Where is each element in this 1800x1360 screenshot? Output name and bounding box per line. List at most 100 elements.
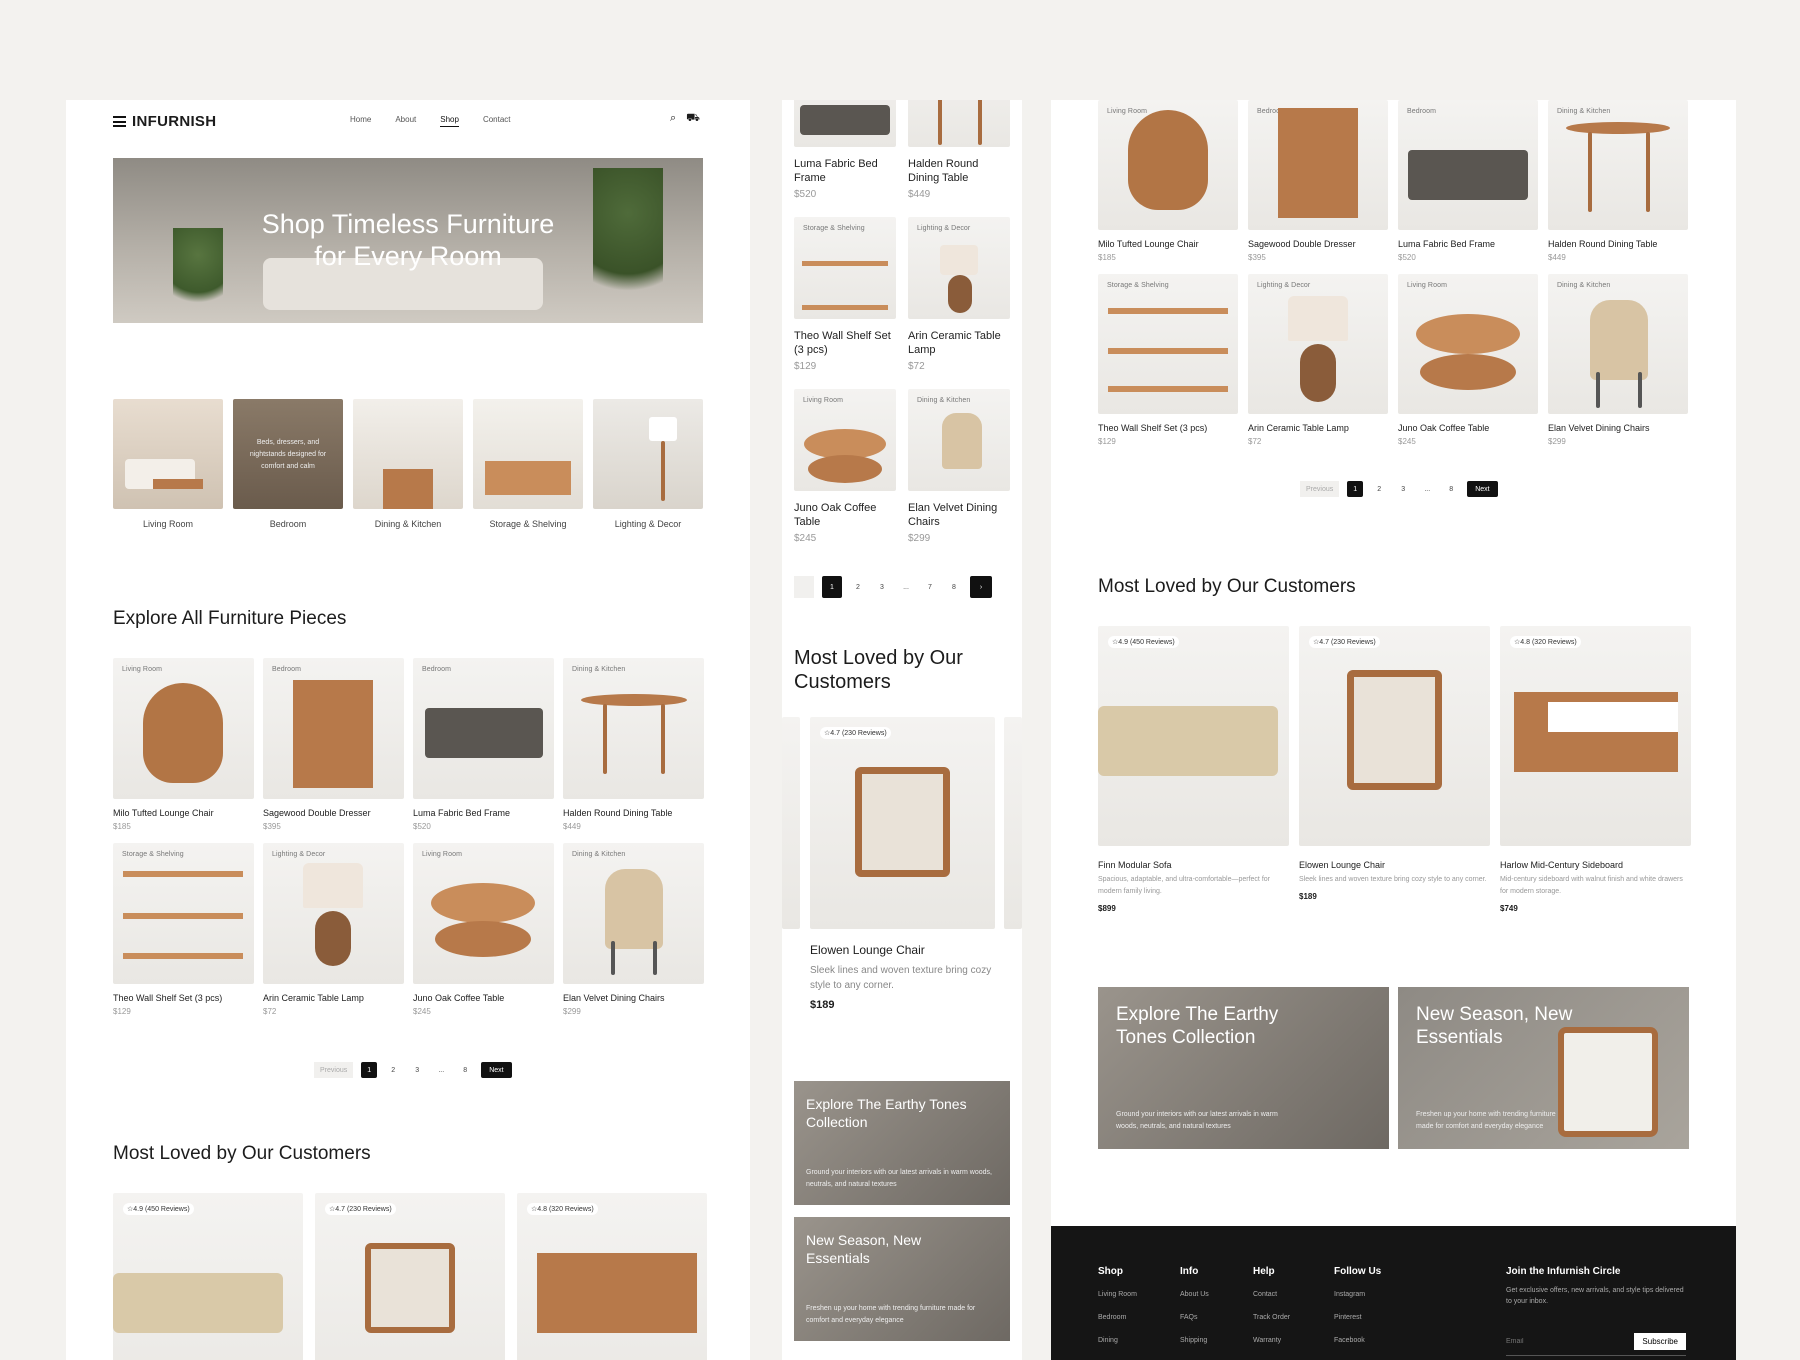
brand-logo[interactable]: INFURNISH <box>113 113 216 130</box>
footer-link[interactable]: Contact <box>1253 1291 1290 1298</box>
banner-earthy-tones[interactable]: Explore The Earthy Tones Collection Grou… <box>1098 987 1389 1149</box>
footer-link[interactable]: About Us <box>1180 1291 1209 1298</box>
banner-new-season[interactable]: New Season, New Essentials Freshen up yo… <box>1398 987 1689 1149</box>
product-card[interactable]: Storage & Shelving Theo Wall Shelf Set (3… <box>1098 274 1238 446</box>
footer-link[interactable]: Facebook <box>1334 1337 1381 1344</box>
carousel-prev-peek <box>782 717 800 929</box>
page-8[interactable]: 8 <box>946 579 962 595</box>
loved-card[interactable]: ☆4.7 (230 Reviews) Elowen Lounge Chair S… <box>810 717 995 1011</box>
product-card[interactable]: Halden Round Dining Table $449 <box>908 100 1010 200</box>
product-card[interactable]: Living Room Juno Oak Coffee Table $245 <box>1398 274 1538 446</box>
nav-shop[interactable]: Shop <box>440 115 459 127</box>
brand-name: INFURNISH <box>132 113 217 130</box>
product-grid: Living Room Milo Tufted Lounge Chair $185 … <box>113 658 704 1016</box>
loved-row: ☆4.9 (450 Reviews) Finn Modular Sofa Spaci… <box>1098 626 1691 913</box>
footer-link[interactable]: Instagram <box>1334 1291 1381 1298</box>
product-card[interactable]: Lighting & Decor Arin Ceramic Table Lamp $… <box>1248 274 1388 446</box>
footer-link[interactable]: Dining <box>1098 1337 1137 1344</box>
page-8[interactable]: 8 <box>1443 481 1459 497</box>
nav-about[interactable]: About <box>395 115 416 127</box>
page-2[interactable]: 2 <box>385 1062 401 1078</box>
next-button[interactable]: Next <box>481 1062 512 1078</box>
product-card[interactable]: Dining & Kitchen Elan Velvet Dining Chair… <box>1548 274 1688 446</box>
category-overlay-text: Beds, dressers, and nightstands designed… <box>249 439 327 470</box>
desktop-continued-panel: Living Room Milo Tufted Lounge Chair $185 … <box>1051 100 1736 1360</box>
next-arrow-icon[interactable]: › <box>970 576 992 598</box>
product-card[interactable]: Lighting & Decor Arin Ceramic Table Lamp $… <box>263 843 404 1016</box>
menu-icon[interactable] <box>113 116 126 127</box>
category-bedroom[interactable]: Beds, dressers, and nightstands designed… <box>233 399 343 529</box>
search-icon[interactable]: ⌕ <box>670 112 676 126</box>
product-card[interactable]: Dining & Kitchen Halden Round Dining Tabl… <box>563 658 704 831</box>
footer-link[interactable]: Shipping <box>1180 1337 1209 1344</box>
loved-card[interactable]: ☆4.9 (450 Reviews) <box>113 1193 303 1360</box>
product-card[interactable]: Living Room Juno Oak Coffee Table $245 <box>413 843 554 1016</box>
email-input[interactable] <box>1506 1338 1606 1345</box>
page-7[interactable]: 7 <box>922 579 938 595</box>
page-3[interactable]: 3 <box>874 579 890 595</box>
product-card[interactable]: Dining & Kitchen Elan Velvet Dining Chair… <box>908 389 1010 544</box>
loved-card[interactable]: ☆4.7 (230 Reviews) Elowen Lounge Chair Sle… <box>1299 626 1490 913</box>
next-button[interactable]: Next <box>1467 481 1498 497</box>
product-card[interactable]: Lighting & Decor Arin Ceramic Table Lamp $… <box>908 217 1010 372</box>
category-lighting-decor[interactable]: Lighting & Decor <box>593 399 703 529</box>
category-row: Living Room Beds, dressers, and nightsta… <box>113 399 703 529</box>
loved-title: Most Loved by Our Customers <box>794 647 963 693</box>
page-1[interactable]: 1 <box>361 1062 378 1078</box>
product-card[interactable]: Bedroom Sagewood Double Dresser $395 <box>263 658 404 831</box>
banner-new-season[interactable]: New Season, New Essentials Freshen up yo… <box>794 1217 1010 1341</box>
desktop-page-panel: INFURNISH Home About Shop Contact ⌕ ⛟ Sh… <box>66 100 750 1360</box>
page-2[interactable]: 2 <box>850 579 866 595</box>
prev-button[interactable]: Previous <box>1300 481 1340 497</box>
footer-col-info: Info About Us FAQs Shipping <box>1180 1266 1209 1344</box>
product-card[interactable]: Living Room Milo Tufted Lounge Chair $185 <box>113 658 254 831</box>
page-3[interactable]: 3 <box>1395 481 1411 497</box>
footer-col-follow: Follow Us Instagram Pinterest Facebook <box>1334 1266 1382 1344</box>
page-3[interactable]: 3 <box>409 1062 425 1078</box>
carousel-next-peek <box>1004 717 1022 929</box>
subscribe-button[interactable]: Subscribe <box>1634 1333 1686 1350</box>
page-1[interactable]: 1 <box>1347 481 1364 497</box>
product-card[interactable]: Bedroom Sagewood Double Dresser $395 <box>1248 100 1388 262</box>
category-dining-kitchen[interactable]: Dining & Kitchen <box>353 399 463 529</box>
cart-icon[interactable]: ⛟ <box>686 112 700 126</box>
page-8[interactable]: 8 <box>457 1062 473 1078</box>
loved-card[interactable]: ☆4.8 (320 Reviews) Harlow Mid-Century Sid… <box>1500 626 1691 913</box>
hero-banner: Shop Timeless Furniture for Every Room <box>113 158 703 323</box>
loved-title: Most Loved by Our Customers <box>1098 576 1356 597</box>
product-card[interactable]: Living Room Juno Oak Coffee Table $245 <box>794 389 896 544</box>
footer-link[interactable]: Warranty <box>1253 1337 1290 1344</box>
loved-card[interactable]: ☆4.9 (450 Reviews) Finn Modular Sofa Spaci… <box>1098 626 1289 913</box>
prev-button[interactable]: Previous <box>314 1062 354 1078</box>
footer-link[interactable]: Track Order <box>1253 1314 1290 1321</box>
loved-card[interactable]: ☆4.7 (230 Reviews) <box>315 1193 505 1360</box>
mobile-pagination: 1 2 3 ... 7 8 › <box>794 576 992 598</box>
product-card[interactable]: Bedroom Luma Fabric Bed Frame $520 <box>1398 100 1538 262</box>
newsletter: Join the Infurnish Circle Get exclusive … <box>1506 1266 1686 1356</box>
footer-link[interactable]: FAQs <box>1180 1314 1209 1321</box>
product-card[interactable]: Living Room Milo Tufted Lounge Chair $185 <box>1098 100 1238 262</box>
nav-icons: ⌕ ⛟ <box>670 112 700 126</box>
mobile-page-panel: Luma Fabric Bed Frame $520 Halden Round D… <box>782 100 1022 1360</box>
product-card[interactable]: Luma Fabric Bed Frame $520 <box>794 100 896 200</box>
page-ellipsis: ... <box>903 583 909 591</box>
footer-link[interactable]: Bedroom <box>1098 1314 1137 1321</box>
product-card[interactable]: Storage & Shelving Theo Wall Shelf Set (3… <box>794 217 896 372</box>
prev-arrow[interactable] <box>794 576 814 598</box>
page-2[interactable]: 2 <box>1371 481 1387 497</box>
footer-link[interactable]: Pinterest <box>1334 1314 1381 1321</box>
category-living-room[interactable]: Living Room <box>113 399 223 529</box>
footer-link[interactable]: Living Room <box>1098 1291 1137 1298</box>
banner-earthy-tones[interactable]: Explore The Earthy Tones Collection Grou… <box>794 1081 1010 1205</box>
nav-contact[interactable]: Contact <box>483 115 511 127</box>
nav-home[interactable]: Home <box>350 115 371 127</box>
loved-card[interactable]: ☆4.8 (320 Reviews) <box>517 1193 707 1360</box>
explore-title: Explore All Furniture Pieces <box>113 608 347 629</box>
product-grid: Living Room Milo Tufted Lounge Chair $185 … <box>1098 100 1688 446</box>
page-1[interactable]: 1 <box>822 576 842 598</box>
product-card[interactable]: Storage & Shelving Theo Wall Shelf Set (3… <box>113 843 254 1016</box>
product-card[interactable]: Bedroom Luma Fabric Bed Frame $520 <box>413 658 554 831</box>
product-card[interactable]: Dining & Kitchen Elan Velvet Dining Chair… <box>563 843 704 1016</box>
category-storage-shelving[interactable]: Storage & Shelving <box>473 399 583 529</box>
product-card[interactable]: Dining & Kitchen Halden Round Dining Tabl… <box>1548 100 1688 262</box>
